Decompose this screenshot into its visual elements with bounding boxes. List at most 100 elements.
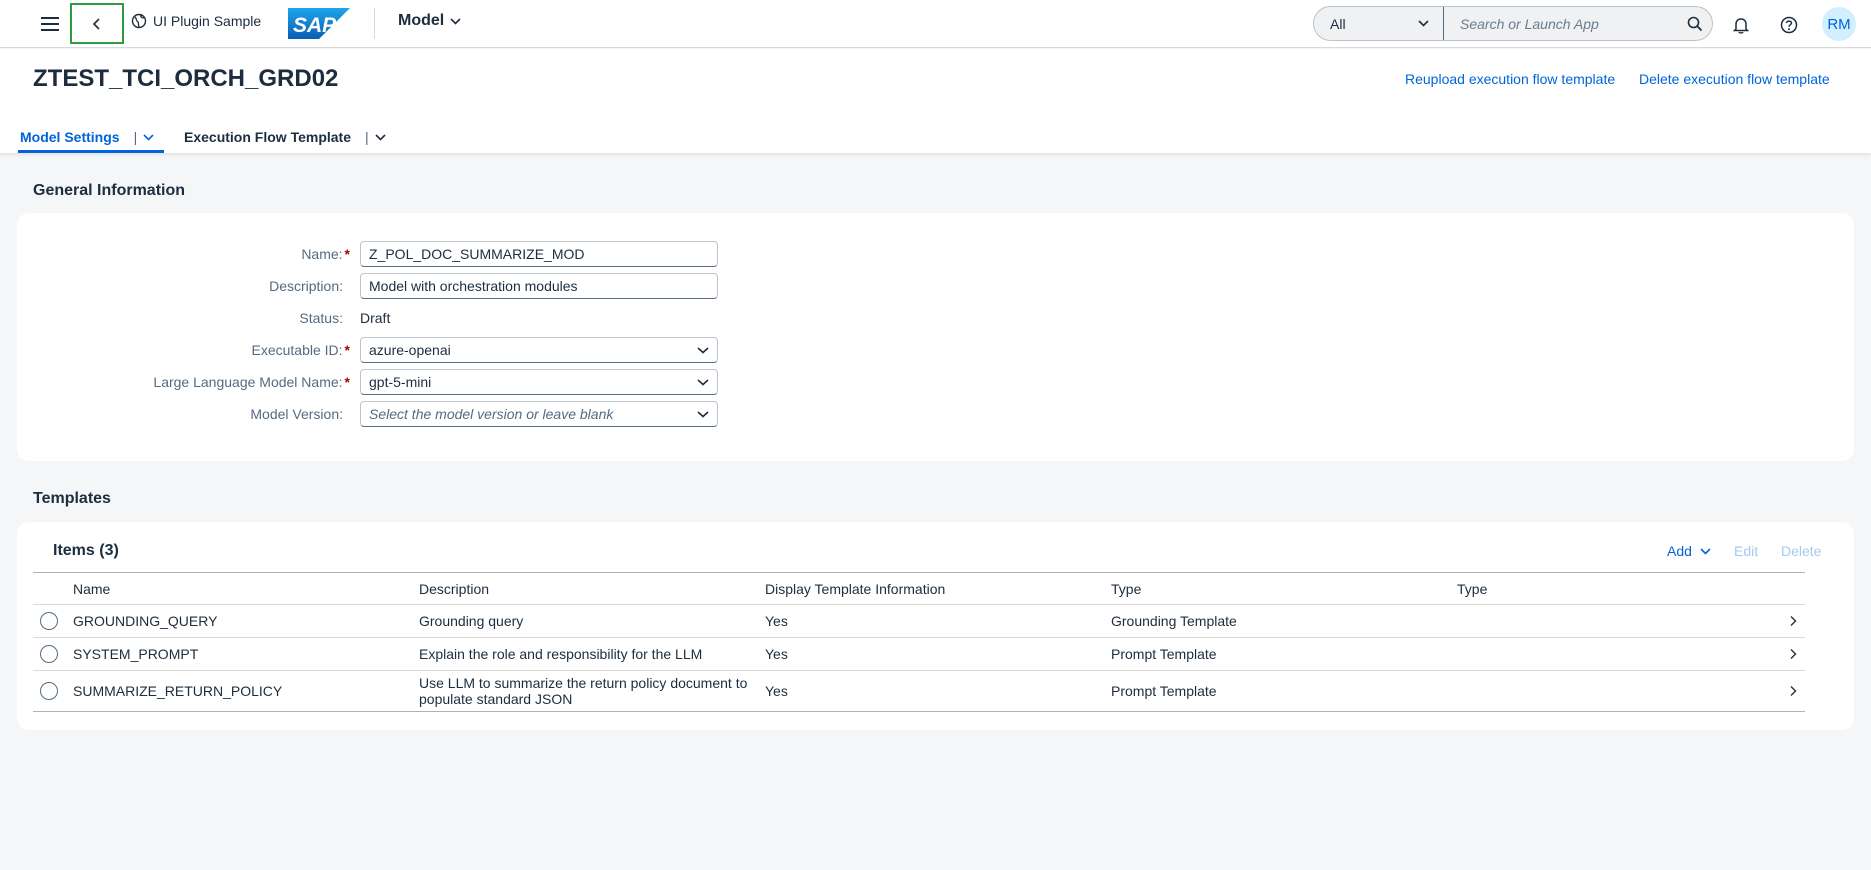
add-button[interactable]: Add [1667,543,1711,559]
chevron-down-icon [143,133,154,141]
cell-name: GROUNDING_QUERY [73,613,218,629]
row-select-radio[interactable] [40,682,58,700]
llm-name-row: Large Language Model Name: * gpt-5-mini [17,369,737,395]
description-value: Model with orchestration modules [369,278,578,294]
executable-id-label: Executable ID: [251,342,343,358]
cell-description: Grounding query [419,613,524,629]
cell-display-info: Yes [765,646,788,662]
required-marker: * [344,374,350,390]
tab-separator: | [365,129,369,145]
column-header-display-info[interactable]: Display Template Information [765,573,945,604]
reupload-flow-template-link[interactable]: Reupload execution flow template [1405,71,1615,87]
model-menu-button[interactable]: Model [398,12,461,30]
templates-card: Items (3) Add Edit Delete Name Descripti… [17,522,1854,730]
executable-id-row: Executable ID: * azure-openai [17,337,737,363]
cell-description: Explain the role and responsibility for … [419,646,703,662]
name-value: Z_POL_DOC_SUMMARIZE_MOD [369,246,585,262]
chevron-down-icon [450,17,461,25]
menu-icon[interactable] [36,10,64,38]
column-header-type-2[interactable]: Type [1457,573,1487,604]
name-label: Name: [301,246,343,262]
tab-label: Execution Flow Template [184,129,351,145]
back-button[interactable] [70,3,124,44]
llm-name-select[interactable]: gpt-5-mini [360,369,718,395]
llm-name-label: Large Language Model Name: [153,374,343,390]
tab-separator: | [133,129,138,145]
chevron-down-icon [1418,20,1429,27]
table-row[interactable]: GROUNDING_QUERY Grounding query Yes Grou… [33,605,1805,638]
shell-divider [374,8,375,39]
search-field: All [1313,6,1713,41]
description-row: Description: Model with orchestration mo… [17,273,737,299]
cell-type: Grounding Template [1111,613,1237,629]
search-input[interactable] [1444,15,1678,32]
app-title[interactable]: UI Plugin Sample [131,13,261,29]
description-input[interactable]: Model with orchestration modules [360,273,718,299]
chevron-down-icon [697,346,709,354]
search-icon[interactable] [1678,16,1712,32]
llm-name-value: gpt-5-mini [369,374,432,390]
required-marker: * [344,246,350,262]
app-title-text: UI Plugin Sample [153,13,262,29]
svg-text:SAP: SAP [293,14,337,37]
status-value: Draft [360,310,391,326]
status-row: Status: Draft [17,305,737,331]
chevron-down-icon [1700,547,1711,555]
cell-description: Use LLM to summarize the return policy d… [419,675,748,707]
chevron-down-icon [697,410,709,418]
chevron-down-icon [697,378,709,386]
executable-id-value: azure-openai [369,342,451,358]
chevron-right-icon[interactable] [1790,686,1797,697]
model-version-placeholder: Select the model version or leave blank [369,406,614,422]
search-scope-value: All [1330,15,1346,32]
model-version-select[interactable]: Select the model version or leave blank [360,401,718,427]
column-header-type[interactable]: Type [1111,573,1141,604]
row-select-radio[interactable] [40,645,58,663]
description-label: Description: [269,278,343,294]
table-row[interactable]: SUMMARIZE_RETURN_POLICY Use LLM to summa… [33,671,1805,712]
sap-logo: SAP [288,8,350,39]
tab-label: Model Settings [20,129,120,145]
search-scope-select[interactable]: All [1314,7,1444,40]
items-count-title: Items (3) [53,542,119,559]
name-row: Name: * Z_POL_DOC_SUMMARIZE_MOD [17,241,737,267]
add-button-label: Add [1667,543,1692,559]
bell-icon[interactable] [1728,12,1754,38]
general-information-card: Name: * Z_POL_DOC_SUMMARIZE_MOD Descripti… [17,213,1854,461]
tab-execution-flow-template[interactable]: Execution Flow Template | [184,121,386,153]
general-information-title: General Information [33,182,186,199]
row-select-radio[interactable] [40,612,58,630]
table-header: Name Description Display Template Inform… [33,572,1805,605]
chevron-right-icon[interactable] [1790,616,1797,627]
column-header-name[interactable]: Name [73,573,110,604]
shell-bar: UI Plugin Sample SAP Model All RM [0,0,1871,48]
object-page-header: ZTEST_TCI_ORCH_GRD02 Reupload execution … [0,49,1871,153]
model-version-row: Model Version: Select the model version … [17,401,737,427]
status-label: Status: [299,310,343,326]
edit-button[interactable]: Edit [1734,543,1758,559]
help-icon[interactable] [1776,12,1802,38]
executable-id-select[interactable]: azure-openai [360,337,718,363]
templates-table: Name Description Display Template Inform… [33,572,1805,712]
globe-icon [131,13,147,29]
chevron-left-icon [92,17,100,30]
templates-title: Templates [33,490,111,507]
chevron-right-icon[interactable] [1790,649,1797,660]
avatar[interactable]: RM [1822,7,1856,41]
model-menu-label: Model [398,12,445,29]
tab-model-settings[interactable]: Model Settings | [17,121,165,153]
table-row[interactable]: SYSTEM_PROMPT Explain the role and respo… [33,638,1805,671]
chevron-down-icon [375,133,386,141]
delete-flow-template-link[interactable]: Delete execution flow template [1639,71,1830,87]
cell-name: SUMMARIZE_RETURN_POLICY [73,683,283,699]
column-header-description[interactable]: Description [419,573,489,604]
cell-type: Prompt Template [1111,683,1217,699]
model-version-label: Model Version: [250,406,343,422]
delete-button[interactable]: Delete [1781,543,1821,559]
page-title: ZTEST_TCI_ORCH_GRD02 [33,65,339,92]
cell-name: SYSTEM_PROMPT [73,646,199,662]
cell-display-info: Yes [765,683,788,699]
cell-display-info: Yes [765,613,788,629]
cell-type: Prompt Template [1111,646,1217,662]
name-input[interactable]: Z_POL_DOC_SUMMARIZE_MOD [360,241,718,267]
